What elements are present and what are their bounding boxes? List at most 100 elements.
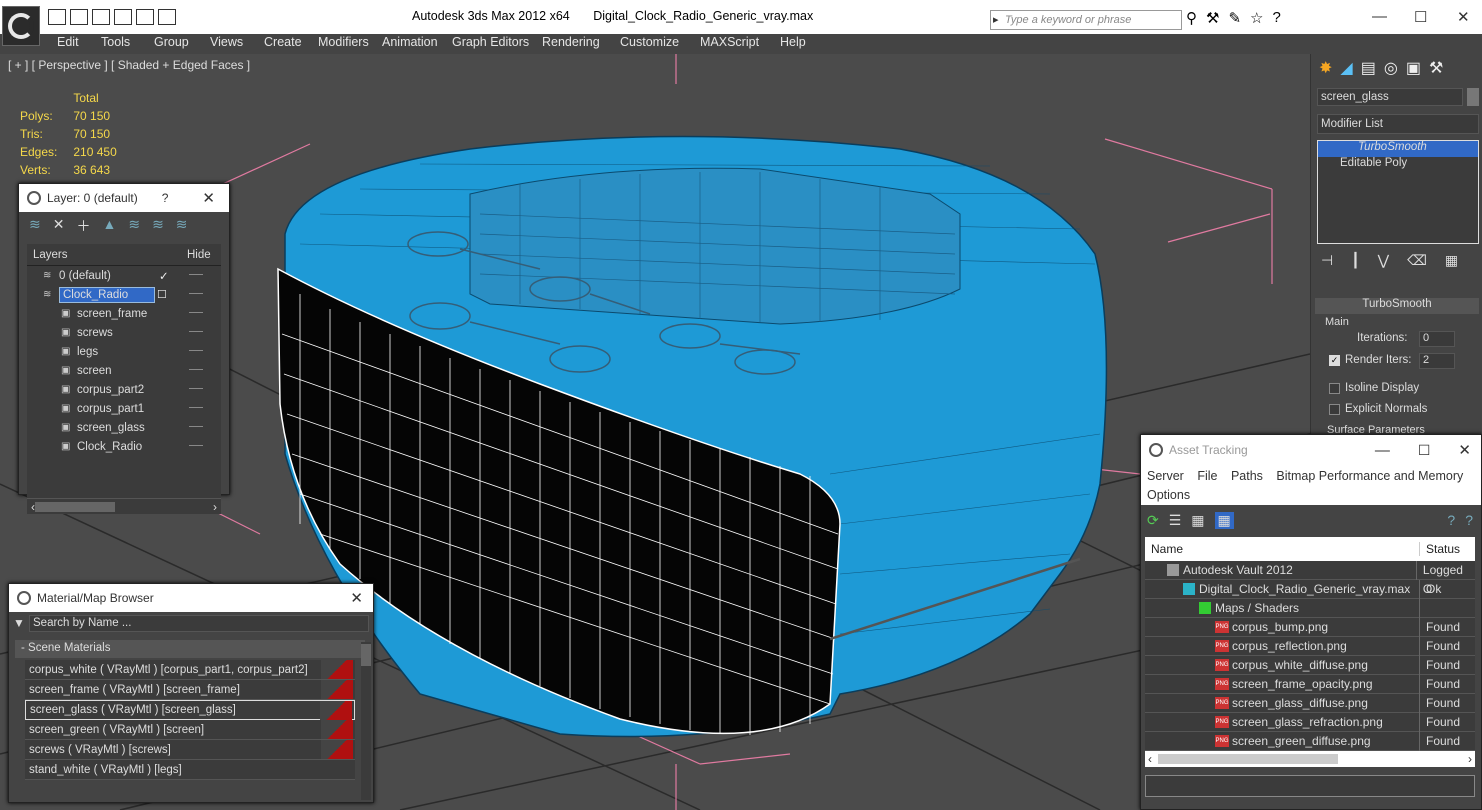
select-layer-icon[interactable]: ≋ [128, 216, 140, 236]
motion-tab-icon[interactable]: ◎ [1384, 58, 1398, 78]
asset-row[interactable]: PNG screen_green_diffuse.png Found [1145, 731, 1475, 751]
asset-horizontal-scrollbar[interactable]: ‹ › [1145, 751, 1475, 767]
asset-row[interactable]: PNG corpus_white_diffuse.png Found [1145, 655, 1475, 675]
remove-modifier-icon[interactable]: ⌫ [1407, 252, 1427, 269]
material-item[interactable]: screen_green ( VRayMtl ) [screen] [25, 720, 355, 740]
asset-row[interactable]: Autodesk Vault 2012 Logged O [1145, 560, 1475, 596]
close-button[interactable]: ✕ [1457, 8, 1470, 26]
table-view-icon[interactable]: ▦ [1214, 511, 1234, 529]
layer-row[interactable]: ▣ Clock_Radio [27, 437, 221, 456]
menu-rendering[interactable]: Rendering [542, 35, 600, 49]
render-iters-spinner[interactable]: 2 [1419, 353, 1455, 369]
redo-icon[interactable] [114, 9, 132, 25]
asset-menu-file[interactable]: File [1197, 469, 1217, 483]
maximize-button[interactable]: ☐ [1414, 8, 1427, 26]
layer-row[interactable]: ≋ Clock_Radio ☐ [27, 285, 221, 304]
tools-icon[interactable]: ⚒ [1206, 9, 1219, 27]
hide-column-header[interactable]: Hide [187, 249, 211, 261]
hide-toggle[interactable] [189, 312, 203, 315]
asset-row[interactable]: Maps / Shaders [1145, 598, 1475, 618]
asset-menu-bitmap[interactable]: Bitmap Performance and Memory [1276, 469, 1463, 483]
layer-horizontal-scrollbar[interactable]: ‹ › [27, 498, 221, 514]
asset-menu-server[interactable]: Server [1147, 469, 1184, 483]
asset-row[interactable]: PNG corpus_reflection.png Found [1145, 636, 1475, 656]
utilities-tab-icon[interactable]: ⚒ [1429, 58, 1443, 78]
menu-maxscript[interactable]: MAXScript [700, 35, 759, 49]
scene-materials-group[interactable]: - Scene Materials [15, 640, 365, 658]
asset-row[interactable]: PNG corpus_bump.png Found [1145, 617, 1475, 637]
hide-toggle[interactable] [189, 331, 203, 334]
menu-create[interactable]: Create [264, 35, 302, 49]
star-icon[interactable]: ☆ [1250, 9, 1263, 27]
object-name-field[interactable]: screen_glass [1317, 88, 1463, 106]
display-tab-icon[interactable]: ▣ [1406, 58, 1421, 78]
menu-help[interactable]: Help [780, 35, 806, 49]
menu-animation[interactable]: Animation [382, 35, 438, 49]
asset-row[interactable]: PNG screen_frame_opacity.png Found [1145, 674, 1475, 694]
show-end-result-icon[interactable]: ┃ [1351, 252, 1359, 269]
delete-layer-icon[interactable]: ✕ [53, 216, 65, 236]
options-menu-icon[interactable]: ▼ [13, 616, 29, 630]
undo-icon[interactable] [92, 9, 110, 25]
binoculars-icon[interactable]: ⚲ [1186, 9, 1197, 27]
isoline-checkbox[interactable] [1329, 383, 1340, 394]
stack-item-editable-poly[interactable]: Editable Poly [1318, 157, 1478, 173]
modifier-list-dropdown[interactable]: Modifier List [1317, 114, 1479, 134]
freeze-all-icon[interactable]: ≋ [176, 216, 188, 236]
close-icon[interactable]: ✕ [350, 589, 363, 607]
subscription-icon[interactable]: ✎ [1228, 9, 1241, 27]
material-item[interactable]: screen_glass ( VRayMtl ) [screen_glass] [25, 700, 355, 720]
help-icon[interactable]: ? [1447, 512, 1455, 528]
refresh-icon[interactable]: ⟳ [1147, 512, 1159, 529]
current-layer-toggle-icon[interactable]: ☐ [157, 288, 167, 301]
asset-menu-paths[interactable]: Paths [1231, 469, 1263, 483]
save-icon[interactable] [70, 9, 88, 25]
menu-customize[interactable]: Customize [620, 35, 679, 49]
explicit-normals-checkbox[interactable] [1329, 404, 1340, 415]
minimize-button[interactable]: — [1372, 8, 1387, 25]
asset-row[interactable]: PNG screen_glass_diffuse.png Found [1145, 693, 1475, 713]
thumbnail-view-icon[interactable]: ▦ [1191, 512, 1204, 529]
menu-tools[interactable]: Tools [101, 35, 130, 49]
hide-toggle[interactable] [189, 445, 203, 448]
hide-toggle[interactable] [189, 407, 203, 410]
hide-all-icon[interactable]: ≋ [152, 216, 164, 236]
close-icon[interactable]: ✕ [1458, 441, 1471, 459]
hide-toggle[interactable] [189, 388, 203, 391]
layer-panel-titlebar[interactable]: Layer: 0 (default) ? ✕ [19, 184, 229, 212]
iterations-spinner[interactable]: 0 [1419, 331, 1455, 347]
info-icon[interactable]: ? [1465, 512, 1473, 528]
stack-item-turbosmooth[interactable]: TurboSmooth [1318, 141, 1478, 157]
modify-tab-icon[interactable]: ◢ [1340, 58, 1352, 78]
layer-row[interactable]: ▣ screen_glass [27, 418, 221, 437]
pin-stack-icon[interactable]: ⊣ [1321, 252, 1333, 269]
open-icon[interactable] [48, 9, 66, 25]
menu-views[interactable]: Views [210, 35, 243, 49]
menu-modifiers[interactable]: Modifiers [318, 35, 369, 49]
object-color-swatch[interactable] [1467, 88, 1479, 106]
fetch-icon[interactable] [158, 9, 176, 25]
asset-menu-options[interactable]: Options [1147, 488, 1190, 502]
list-view-icon[interactable]: ☰ [1169, 512, 1182, 529]
minimize-button[interactable]: — [1375, 442, 1390, 459]
material-item[interactable]: stand_white ( VRayMtl ) [legs] [25, 760, 355, 780]
asset-row[interactable]: Digital_Clock_Radio_Generic_vray.max Ok [1145, 579, 1475, 599]
configure-sets-icon[interactable]: ▦ [1445, 252, 1458, 269]
turbosmooth-rollout-title[interactable]: TurboSmooth [1315, 298, 1479, 314]
material-vertical-scrollbar[interactable] [361, 642, 371, 800]
hide-toggle[interactable] [189, 426, 203, 429]
menu-edit[interactable]: Edit [57, 35, 79, 49]
hold-icon[interactable] [136, 9, 154, 25]
close-icon[interactable]: ✕ [202, 189, 215, 207]
menu-graph-editors[interactable]: Graph Editors [452, 35, 529, 49]
make-unique-icon[interactable]: ⋁ [1378, 252, 1389, 269]
layer-row[interactable]: ▣ screen_frame [27, 304, 221, 323]
layer-row[interactable]: ▣ screws [27, 323, 221, 342]
hierarchy-tab-icon[interactable]: ▤ [1361, 58, 1376, 78]
select-objects-icon[interactable]: ▲ [102, 216, 116, 236]
status-column-header[interactable]: Status [1419, 542, 1460, 556]
asset-path-field[interactable] [1145, 775, 1475, 797]
help-button[interactable]: ? [162, 191, 169, 205]
layer-row[interactable]: ≋ 0 (default) ✓ [27, 266, 221, 285]
material-item[interactable]: screen_frame ( VRayMtl ) [screen_frame] [25, 680, 355, 700]
